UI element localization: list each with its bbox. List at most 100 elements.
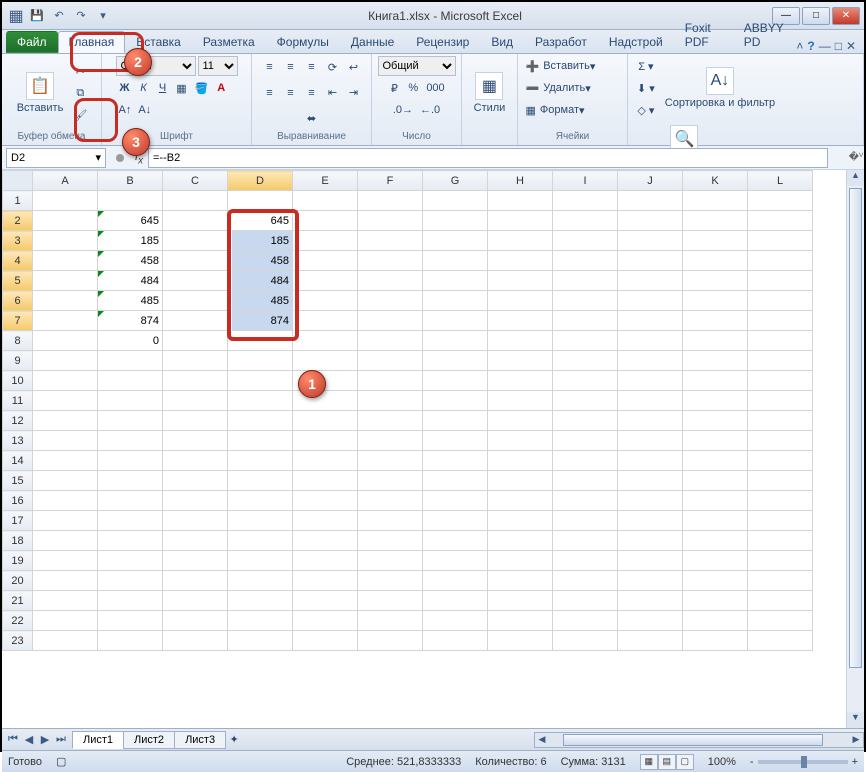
view-buttons[interactable]: ▦▤▢	[640, 754, 694, 770]
format-painter-button[interactable]: 🖌	[70, 105, 90, 125]
cell-C11[interactable]	[163, 391, 228, 411]
cell-C21[interactable]	[163, 591, 228, 611]
cell-G22[interactable]	[423, 611, 488, 631]
sheet-prev-icon[interactable]: ◀	[22, 733, 36, 746]
cell-I4[interactable]	[553, 251, 618, 271]
tab-view[interactable]: Вид	[480, 31, 524, 53]
cell-H2[interactable]	[488, 211, 553, 231]
cell-K16[interactable]	[683, 491, 748, 511]
cell-J22[interactable]	[618, 611, 683, 631]
cell-C12[interactable]	[163, 411, 228, 431]
cell-D20[interactable]	[228, 571, 293, 591]
cell-J7[interactable]	[618, 311, 683, 331]
cell-K3[interactable]	[683, 231, 748, 251]
cell-H15[interactable]	[488, 471, 553, 491]
cell-H1[interactable]	[488, 191, 553, 211]
merge-button[interactable]: ⬌	[303, 109, 321, 129]
row-header-22[interactable]: 22	[3, 611, 33, 631]
cell-H18[interactable]	[488, 531, 553, 551]
cell-D21[interactable]	[228, 591, 293, 611]
cell-K14[interactable]	[683, 451, 748, 471]
cell-K21[interactable]	[683, 591, 748, 611]
cell-C9[interactable]	[163, 351, 228, 371]
col-header-K[interactable]: K	[683, 171, 748, 191]
namebox-resize-handle[interactable]	[116, 154, 124, 162]
cell-D17[interactable]	[228, 511, 293, 531]
cell-G21[interactable]	[423, 591, 488, 611]
cell-J20[interactable]	[618, 571, 683, 591]
cell-C5[interactable]	[163, 271, 228, 291]
cell-G9[interactable]	[423, 351, 488, 371]
autosum-button[interactable]: Σ ▾	[634, 56, 658, 76]
fill-color-button[interactable]: 🪣	[192, 78, 212, 98]
formula-expand-icon[interactable]: �ⱽ	[848, 152, 864, 163]
cell-I17[interactable]	[553, 511, 618, 531]
cell-B23[interactable]	[98, 631, 163, 651]
cell-F6[interactable]	[358, 291, 423, 311]
scroll-down-icon[interactable]: ▼	[847, 712, 864, 728]
cell-K13[interactable]	[683, 431, 748, 451]
cell-I8[interactable]	[553, 331, 618, 351]
cell-L8[interactable]	[748, 331, 813, 351]
cell-F21[interactable]	[358, 591, 423, 611]
sheet-tab-3[interactable]: Лист3	[174, 731, 226, 749]
cell-E8[interactable]	[293, 331, 358, 351]
row-header-4[interactable]: 4	[3, 251, 33, 271]
cell-K22[interactable]	[683, 611, 748, 631]
row-header-6[interactable]: 6	[3, 291, 33, 311]
cell-J9[interactable]	[618, 351, 683, 371]
cell-G11[interactable]	[423, 391, 488, 411]
cell-I10[interactable]	[553, 371, 618, 391]
cell-B15[interactable]	[98, 471, 163, 491]
row-header-13[interactable]: 13	[3, 431, 33, 451]
cell-D22[interactable]	[228, 611, 293, 631]
cell-D8[interactable]	[228, 331, 293, 351]
cut-button[interactable]: ✂	[70, 61, 90, 81]
cell-E20[interactable]	[293, 571, 358, 591]
sort-filter-button[interactable]: A↓ Сортировка и фильтр	[661, 65, 779, 111]
scroll-up-icon[interactable]: ▲	[847, 170, 864, 186]
cell-J8[interactable]	[618, 331, 683, 351]
sheet-next-icon[interactable]: ▶	[38, 733, 52, 746]
cell-B19[interactable]	[98, 551, 163, 571]
cell-B11[interactable]	[98, 391, 163, 411]
cell-H12[interactable]	[488, 411, 553, 431]
cell-J23[interactable]	[618, 631, 683, 651]
cell-E7[interactable]	[293, 311, 358, 331]
cell-L14[interactable]	[748, 451, 813, 471]
tab-layout[interactable]: Разметка	[192, 31, 266, 53]
cell-J10[interactable]	[618, 371, 683, 391]
cell-K23[interactable]	[683, 631, 748, 651]
cell-L10[interactable]	[748, 371, 813, 391]
cell-J13[interactable]	[618, 431, 683, 451]
cell-L16[interactable]	[748, 491, 813, 511]
fill-button[interactable]: ⬇ ▾	[634, 78, 658, 98]
cell-A21[interactable]	[33, 591, 98, 611]
cell-F3[interactable]	[358, 231, 423, 251]
hscroll-left-icon[interactable]: ◀	[535, 734, 549, 745]
row-header-9[interactable]: 9	[3, 351, 33, 371]
cell-B13[interactable]	[98, 431, 163, 451]
cell-D12[interactable]	[228, 411, 293, 431]
cell-H22[interactable]	[488, 611, 553, 631]
cell-E21[interactable]	[293, 591, 358, 611]
cell-G23[interactable]	[423, 631, 488, 651]
cell-H21[interactable]	[488, 591, 553, 611]
cell-L21[interactable]	[748, 591, 813, 611]
cell-A19[interactable]	[33, 551, 98, 571]
zoom-value[interactable]: 100%	[708, 756, 736, 768]
cell-F22[interactable]	[358, 611, 423, 631]
tab-home[interactable]: Главная	[58, 31, 126, 53]
cell-K18[interactable]	[683, 531, 748, 551]
percent-button[interactable]: %	[404, 78, 422, 98]
cell-K2[interactable]	[683, 211, 748, 231]
row-header-10[interactable]: 10	[3, 371, 33, 391]
cell-I20[interactable]	[553, 571, 618, 591]
cell-J5[interactable]	[618, 271, 683, 291]
cell-D3[interactable]: 185	[228, 231, 293, 251]
inc-decimal-button[interactable]: .0→	[390, 100, 416, 120]
cell-E14[interactable]	[293, 451, 358, 471]
row-header-17[interactable]: 17	[3, 511, 33, 531]
cell-I21[interactable]	[553, 591, 618, 611]
cell-D2[interactable]: 645	[228, 211, 293, 231]
